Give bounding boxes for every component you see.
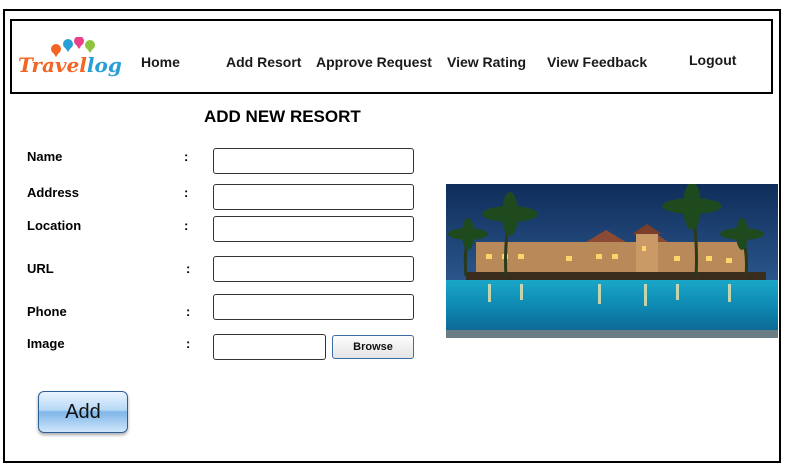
url-field[interactable] [213, 256, 414, 282]
nav-logout-link[interactable]: Logout [689, 52, 736, 68]
image-path-input[interactable] [214, 335, 325, 359]
location-separator: : [184, 218, 189, 233]
phone-separator: : [186, 304, 191, 319]
address-field[interactable] [213, 184, 414, 210]
phone-field[interactable] [213, 294, 414, 320]
location-input[interactable] [214, 217, 413, 241]
name-label: Name [27, 149, 63, 164]
resort-photo [446, 184, 778, 338]
address-label: Address [27, 185, 80, 200]
logo-wordmark: Travellog [18, 53, 122, 77]
address-separator: : [184, 185, 189, 200]
browse-button[interactable]: Browse [332, 335, 414, 359]
location-label: Location [27, 218, 82, 233]
url-input[interactable] [214, 257, 413, 281]
nav-home-link[interactable]: Home [141, 54, 180, 70]
address-input[interactable] [214, 185, 413, 209]
image-file-field[interactable] [213, 334, 326, 360]
page-title: ADD NEW RESORT [204, 107, 361, 126]
header-nav-bar: Travellog Home Add Resort Approve Reques… [10, 19, 773, 94]
nav-view-rating-link[interactable]: View Rating [447, 54, 526, 70]
logo-wordmark-part1: Travel [18, 53, 87, 77]
name-field[interactable] [213, 148, 414, 174]
url-separator: : [186, 261, 191, 276]
name-input[interactable] [214, 149, 413, 173]
resort-pool-image [446, 184, 778, 338]
image-separator: : [186, 336, 191, 351]
phone-label: Phone [27, 304, 67, 319]
add-resort-submit-button[interactable]: Add [38, 391, 128, 433]
image-label: Image [27, 336, 65, 351]
nav-view-feedback-link[interactable]: View Feedback [547, 54, 647, 70]
travelog-logo[interactable]: Travellog [18, 37, 122, 82]
phone-input[interactable] [214, 295, 413, 319]
location-field[interactable] [213, 216, 414, 242]
url-label: URL [27, 261, 54, 276]
nav-approve-request-link[interactable]: Approve Request [316, 54, 432, 70]
nav-add-resort-link[interactable]: Add Resort [226, 54, 301, 70]
logo-wordmark-part2: log [86, 53, 122, 77]
name-separator: : [184, 149, 189, 164]
